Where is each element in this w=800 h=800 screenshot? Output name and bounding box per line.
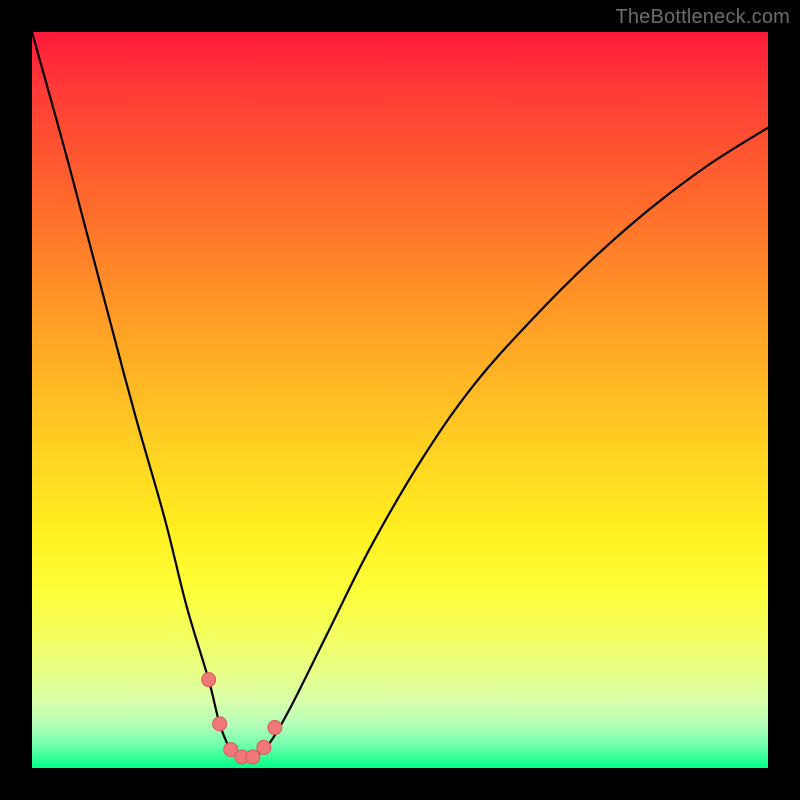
marker-point — [202, 673, 216, 687]
watermark-text: TheBottleneck.com — [615, 6, 790, 29]
marker-point — [268, 721, 282, 735]
marker-point — [246, 750, 260, 764]
plot-area — [32, 32, 768, 768]
marker-point — [213, 717, 227, 731]
chart-stage: TheBottleneck.com — [0, 0, 800, 800]
marker-point — [235, 750, 249, 764]
marker-point — [224, 743, 238, 757]
marker-point — [257, 740, 271, 754]
curve-svg — [32, 32, 768, 768]
highlight-markers — [202, 673, 282, 764]
bottleneck-curve — [32, 32, 768, 758]
